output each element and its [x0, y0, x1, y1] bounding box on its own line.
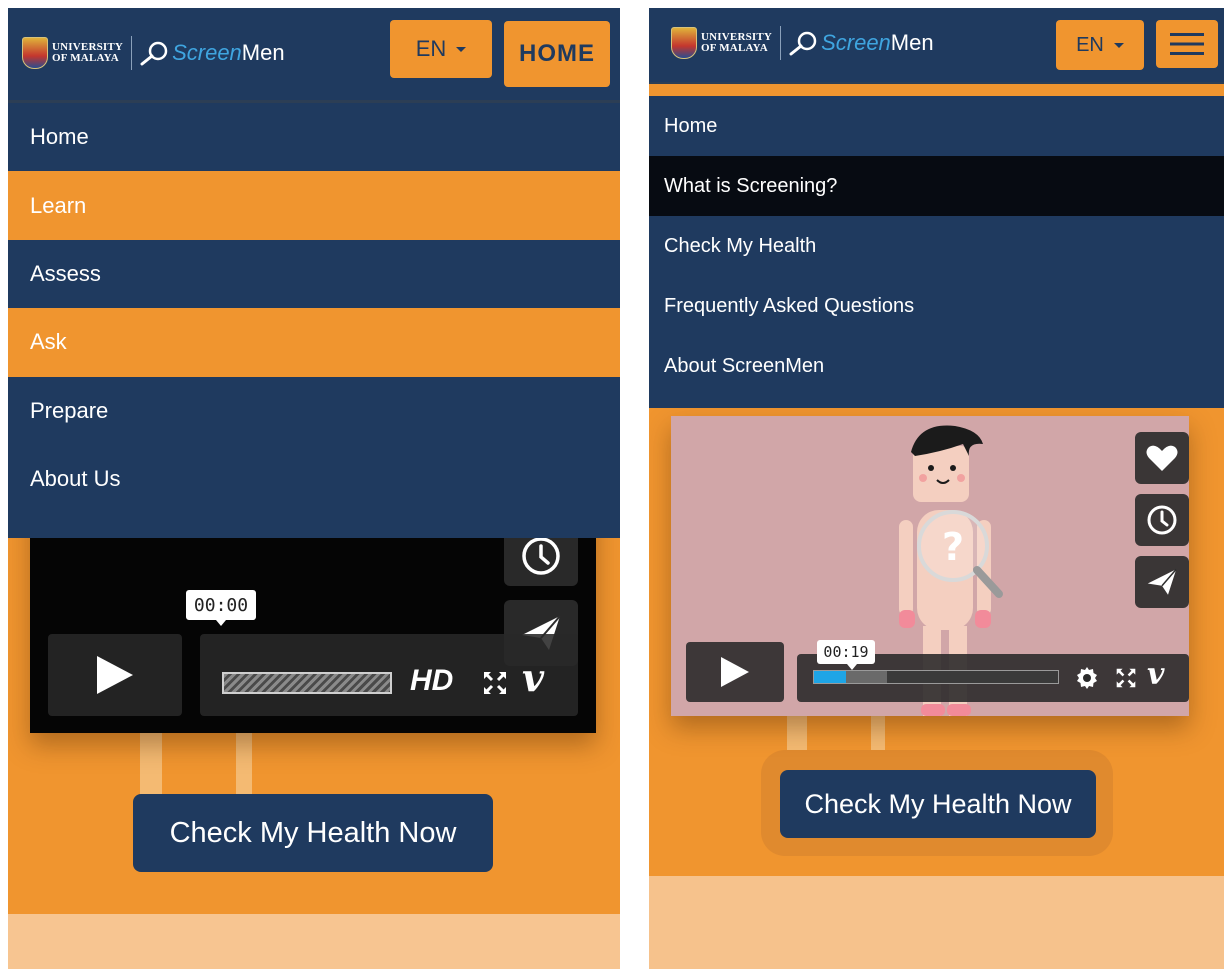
nav-item-assess[interactable]: Assess — [8, 240, 620, 308]
like-button[interactable] — [1135, 432, 1189, 484]
nav-item-about-us[interactable]: About Us — [8, 445, 620, 513]
svg-text:?: ? — [942, 525, 964, 569]
nav-item-home[interactable]: Home — [649, 96, 1224, 156]
magnifier-icon — [140, 41, 168, 66]
nav-item-check-my-health[interactable]: Check My Health — [649, 216, 1224, 276]
chevron-down-icon — [1113, 42, 1124, 48]
play-button[interactable] — [48, 634, 182, 716]
fullscreen-icon[interactable] — [482, 670, 508, 696]
video-player[interactable]: ? v 00:19 — [671, 416, 1189, 716]
fullscreen-icon[interactable] — [1115, 667, 1137, 689]
vimeo-logo[interactable]: v — [522, 658, 544, 698]
clock-icon — [522, 537, 560, 575]
dropdown-nav-menu: Home Learn Assess Ask Prepare About Us — [8, 103, 620, 538]
home-button[interactable]: HOME — [504, 21, 610, 87]
site-header: UNIVERSITY OF MALAYA Screen Men EN — [649, 8, 1224, 82]
paper-plane-icon — [1147, 568, 1177, 595]
share-button[interactable] — [1135, 556, 1189, 608]
heart-icon — [1146, 445, 1178, 471]
dropdown-nav-menu: Home What is Screening? Check My Health … — [649, 96, 1224, 408]
hamburger-menu-icon — [1170, 33, 1204, 55]
watch-later-button[interactable] — [1135, 494, 1189, 546]
chevron-down-icon — [456, 46, 467, 52]
language-label: EN — [1076, 33, 1104, 56]
nav-item-home[interactable]: Home — [8, 103, 620, 171]
header-divider — [649, 82, 1224, 84]
university-name: UNIVERSITY OF MALAYA — [701, 31, 773, 54]
control-bar: HD v — [200, 634, 578, 716]
vimeo-logo[interactable]: v — [1147, 658, 1164, 692]
check-my-health-now-button[interactable]: Check My Health Now — [780, 770, 1096, 838]
screenmen-brand: Screen Men — [140, 40, 285, 66]
progress-bar[interactable] — [813, 670, 1059, 684]
footer-band — [649, 876, 1224, 969]
time-tooltip: 00:19 — [817, 640, 875, 670]
play-icon — [721, 657, 749, 687]
play-icon — [97, 656, 133, 694]
hd-button[interactable]: HD — [410, 664, 453, 698]
nav-item-about-screenmen[interactable]: About ScreenMen — [649, 336, 1224, 396]
university-crest-icon — [671, 27, 697, 59]
language-dropdown[interactable]: EN — [1056, 20, 1144, 70]
gear-icon[interactable] — [1075, 666, 1099, 690]
progress-bar[interactable] — [222, 672, 392, 694]
hamburger-menu-button[interactable] — [1156, 20, 1218, 68]
nav-item-ask[interactable]: Ask — [8, 308, 620, 377]
check-my-health-now-button[interactable]: Check My Health Now — [133, 794, 493, 872]
nav-item-faq[interactable]: Frequently Asked Questions — [649, 276, 1224, 336]
logo[interactable]: UNIVERSITY OF MALAYA Screen Men — [671, 26, 934, 60]
footer-band — [8, 914, 620, 969]
progress-played — [814, 671, 846, 683]
time-tooltip: 00:00 — [186, 590, 256, 626]
logo-divider — [131, 36, 133, 70]
nav-item-what-is-screening[interactable]: What is Screening? — [649, 156, 1224, 216]
left-screen: HD v 00:00 Check My Health Now UNIVERSIT… — [8, 8, 620, 969]
screenmen-brand: Screen Men — [789, 30, 934, 56]
play-button[interactable] — [686, 642, 784, 702]
nav-item-learn[interactable]: Learn — [8, 171, 620, 240]
site-header: UNIVERSITY OF MALAYA Screen Men EN HOME — [8, 8, 620, 102]
clock-icon — [1147, 505, 1177, 535]
logo-divider — [780, 26, 782, 60]
nav-item-prepare[interactable]: Prepare — [8, 377, 620, 445]
right-screen: ? v 00:19 Check My Health Now UNIVERSITY… — [649, 8, 1224, 969]
logo[interactable]: UNIVERSITY OF MALAYA Screen Men — [22, 36, 285, 70]
language-dropdown[interactable]: EN — [390, 20, 492, 78]
language-label: EN — [415, 36, 447, 61]
university-crest-icon — [22, 37, 48, 69]
magnifier-icon — [789, 31, 817, 56]
university-name: UNIVERSITY OF MALAYA — [52, 41, 124, 64]
